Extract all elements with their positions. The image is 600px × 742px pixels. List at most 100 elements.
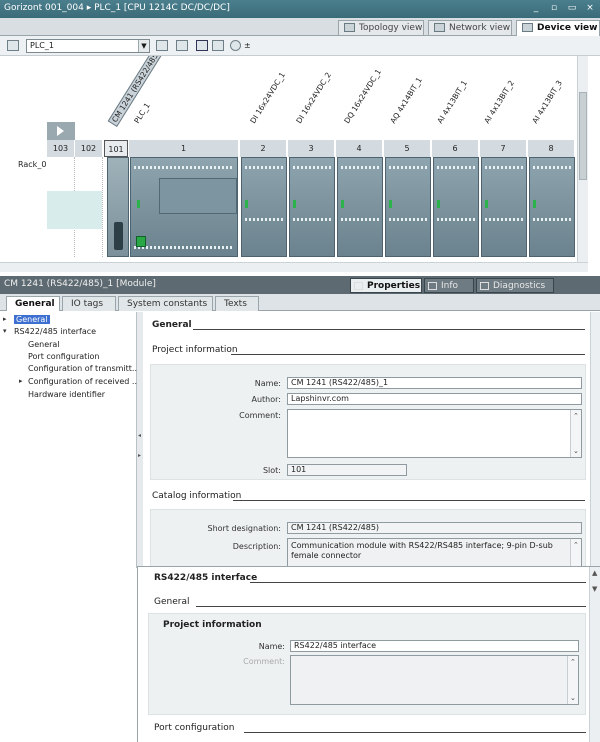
tab-device-view[interactable]: Device view: [516, 20, 600, 36]
scrollbar-thumb[interactable]: [579, 92, 587, 180]
signal-module-2[interactable]: [241, 157, 287, 257]
device-icon: [522, 23, 533, 32]
slot-header-102[interactable]: 102: [75, 140, 103, 157]
section-heading-catalog-info: Catalog information: [152, 491, 242, 501]
slot-header-6[interactable]: 6: [432, 140, 479, 157]
terminal-strip: [533, 166, 571, 169]
properties-icon[interactable]: [156, 40, 168, 51]
terminal-strip: [134, 166, 234, 169]
tab-system-constants[interactable]: System constants: [118, 296, 213, 311]
module-label-ai-1[interactable]: AI 4x13BIT_1: [435, 79, 469, 125]
slot-header-8[interactable]: 8: [528, 140, 575, 157]
scroll-up-icon[interactable]: ⌃: [573, 540, 579, 550]
close-button[interactable]: ×: [584, 2, 596, 14]
name-label: Name:: [254, 379, 281, 388]
scroll-up-icon[interactable]: ⌃: [570, 657, 576, 667]
cpu-front-panel: [159, 178, 237, 214]
tab-io-tags[interactable]: IO tags: [62, 296, 116, 311]
view-tabs: Topology view Network view Device view: [0, 18, 600, 36]
section-heading-interface-general: General: [154, 597, 190, 607]
chevron-down-icon[interactable]: ▼: [138, 40, 149, 52]
expand-slots-button[interactable]: [47, 122, 75, 140]
window-title-bar: Gorizont 001_004 ▸ PLC_1 [CPU 1214C DC/D…: [0, 0, 600, 18]
module-label-dq-1[interactable]: DQ 16x24VDC_1: [342, 67, 383, 125]
tab-network-view[interactable]: Network view: [428, 20, 512, 35]
tree-item-interface-general[interactable]: General: [28, 340, 60, 349]
scroll-up-icon[interactable]: ⌃: [573, 411, 579, 421]
tab-texts[interactable]: Texts: [215, 296, 259, 311]
tab-info[interactable]: Info: [424, 278, 474, 293]
module-label-ai-3[interactable]: AI 4x13BIT_3: [530, 79, 564, 125]
module-label-di-1[interactable]: DI 16x24VDC_1: [248, 71, 287, 125]
scroll-up-icon[interactable]: ▲: [592, 569, 597, 577]
property-navigation-tree: ▸ General ▾ RS422/485 interface General …: [0, 312, 140, 568]
textarea-scrollbar[interactable]: ⌃: [570, 539, 581, 567]
chevron-right-icon[interactable]: ▸: [3, 315, 7, 323]
status-led-icon: [437, 200, 440, 208]
module-label-plc[interactable]: PLC_1: [132, 101, 152, 125]
tab-diagnostics[interactable]: Diagnostics: [476, 278, 554, 293]
comment-textarea[interactable]: ⌃ ⌄: [287, 409, 582, 458]
restore-button[interactable]: ▫: [548, 2, 560, 14]
section-heading-interface-project-info: Project information: [163, 620, 262, 630]
zoom-dropdown-icon[interactable]: ±: [244, 41, 251, 50]
tab-general[interactable]: General: [6, 296, 60, 311]
slot-header-7[interactable]: 7: [480, 140, 527, 157]
terminal-strip: [341, 218, 379, 221]
slot-header-5[interactable]: 5: [384, 140, 431, 157]
tree-item-hardware-identifier[interactable]: Hardware identifier: [28, 390, 105, 399]
status-led-icon: [137, 200, 140, 208]
name-field[interactable]: CM 1241 (RS422/485)_1: [287, 377, 582, 389]
tab-topology-view[interactable]: Topology view: [338, 20, 424, 35]
collapse-arrow-icon[interactable]: ◂: [138, 432, 141, 439]
expand-arrow-icon[interactable]: ▸: [138, 452, 141, 459]
tab-properties[interactable]: Properties: [350, 278, 422, 293]
show-module-labels-icon[interactable]: [176, 40, 188, 51]
module-label-di-2[interactable]: DI 16x24VDC_2: [294, 71, 333, 125]
tree-item-config-receive[interactable]: Configuration of received ...: [28, 377, 140, 386]
slot-header-1[interactable]: 1: [129, 140, 239, 157]
zoom-icon[interactable]: [230, 40, 241, 51]
author-field[interactable]: Lapshinvr.com: [287, 393, 582, 405]
minimize-button[interactable]: _: [530, 2, 542, 14]
slot-header-3[interactable]: 3: [288, 140, 335, 157]
signal-module-6[interactable]: [433, 157, 479, 257]
device-tree-icon[interactable]: [7, 40, 19, 51]
tree-item-rs422-interface[interactable]: RS422/485 interface: [14, 327, 96, 336]
section-heading-rs422-interface: RS422/485 interface: [154, 573, 258, 583]
interface-vertical-scrollbar[interactable]: ▲ ▼: [589, 567, 600, 742]
slot-header-2[interactable]: 2: [240, 140, 287, 157]
slot-header-101[interactable]: 101: [104, 140, 128, 157]
canvas-vertical-scrollbar[interactable]: [577, 56, 588, 262]
tree-item-config-transmit[interactable]: Configuration of transmitt...: [28, 364, 140, 373]
signal-module-7[interactable]: [481, 157, 527, 257]
scroll-down-icon[interactable]: ⌄: [570, 693, 576, 703]
properties-vertical-scrollbar[interactable]: [590, 312, 600, 568]
signal-module-5[interactable]: [385, 157, 431, 257]
textarea-scrollbar[interactable]: ⌃ ⌄: [570, 410, 581, 457]
cm1241-module[interactable]: [107, 157, 129, 257]
tree-item-port-configuration[interactable]: Port configuration: [28, 352, 99, 361]
interface-name-field[interactable]: RS422/485 interface: [290, 640, 579, 652]
device-canvas[interactable]: CM 1241 (RS422/485)_1 PLC_1 DI 16x24VDC_…: [0, 56, 588, 262]
maximize-button[interactable]: ▭: [566, 2, 578, 14]
device-select[interactable]: PLC_1 ▼: [26, 39, 150, 53]
signal-module-4[interactable]: [337, 157, 383, 257]
module-label-ai-2[interactable]: AI 4x13BIT_2: [482, 79, 516, 125]
signal-module-8[interactable]: [529, 157, 575, 257]
slot-header-4[interactable]: 4: [336, 140, 383, 157]
page-break-icon[interactable]: [196, 40, 208, 51]
module-label-aq-1[interactable]: AQ 4x14BIT_1: [388, 76, 423, 125]
canvas-horizontal-scrollbar[interactable]: [0, 262, 588, 272]
slot-header-103[interactable]: 103: [47, 140, 75, 157]
status-led-icon: [389, 200, 392, 208]
grid-icon[interactable]: [212, 40, 224, 51]
tree-item-general[interactable]: General: [14, 315, 50, 324]
cpu-module[interactable]: [130, 157, 238, 257]
scroll-down-icon[interactable]: ▼: [592, 585, 597, 593]
signal-module-3[interactable]: [289, 157, 335, 257]
scroll-down-icon[interactable]: ⌄: [573, 446, 579, 456]
textarea-scrollbar[interactable]: ⌃ ⌄: [567, 656, 578, 704]
chevron-down-icon[interactable]: ▾: [3, 327, 7, 335]
chevron-right-icon[interactable]: ▸: [19, 377, 23, 385]
